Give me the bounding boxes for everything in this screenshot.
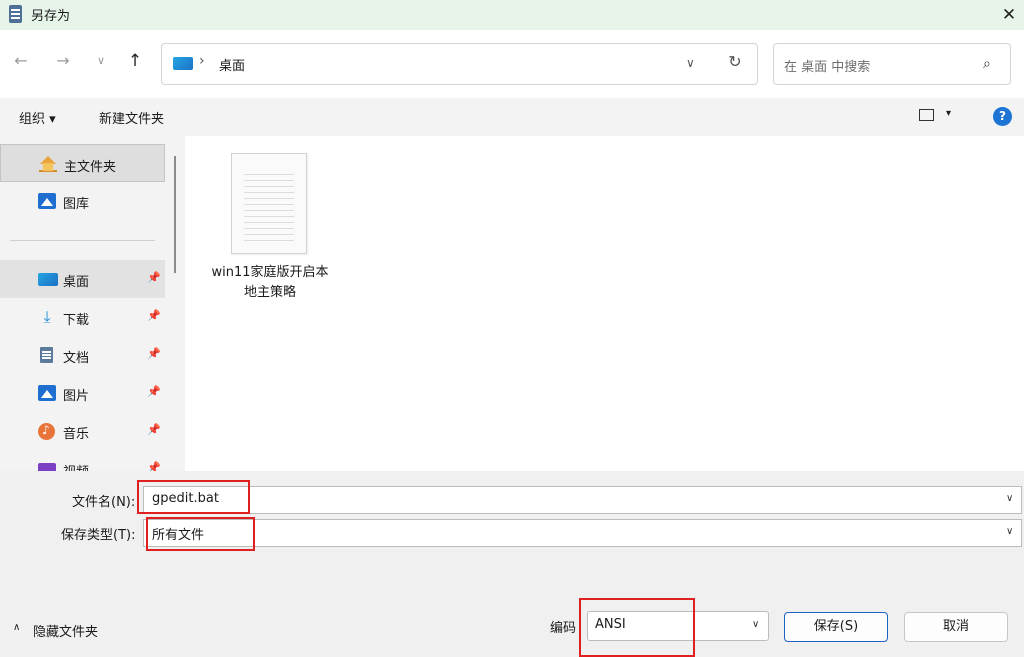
home-icon [39,156,57,172]
pin-icon[interactable]: 📌 [147,423,161,436]
refresh-icon[interactable]: ↻ [725,52,745,72]
navigation-pane: 主文件夹 图库 桌面 📌 ⤓ 下载 📌 文档 📌 图片 📌 音乐 📌 视频 📌 [0,136,185,471]
pin-icon[interactable]: 📌 [147,309,161,322]
filename-chevron-down-icon[interactable]: ∨ [1006,493,1013,504]
sidebar-item-label: 下载 [63,313,90,328]
up-arrow-icon[interactable]: ↑ [124,50,146,72]
help-icon[interactable]: ? [993,107,1012,126]
document-icon [40,347,53,363]
desktop-icon [173,57,193,70]
download-icon: ⤓ [43,307,51,326]
sidebar-item-label: 图片 [63,389,90,404]
organize-menu-button[interactable]: 组织 ▾ [19,108,56,127]
new-folder-button[interactable]: 新建文件夹 [99,108,164,127]
pin-icon[interactable]: 📌 [147,271,161,284]
sidebar-item-videos[interactable]: 视频 📌 [0,450,165,471]
forward-arrow-icon[interactable]: → [52,50,74,72]
sidebar-scrollbar[interactable] [174,156,176,273]
notepad-icon [9,5,22,23]
sidebar-item-gallery[interactable]: 图库 [0,182,165,220]
breadcrumb-desktop[interactable]: 桌面 [219,55,245,74]
sidebar-item-label: 音乐 [63,427,90,442]
sidebar-item-label: 视频 [63,461,89,471]
video-icon [38,463,56,471]
view-options-chevron-icon[interactable]: ▾ [946,108,951,119]
gallery-icon [38,193,56,209]
address-history-chevron-icon[interactable]: ∨ [686,56,695,70]
sidebar-item-label: 桌面 [63,275,90,290]
pin-icon[interactable]: 📌 [147,461,161,471]
filename-label: 文件名(N): [72,495,136,510]
file-item-name[interactable]: win11家庭版开启本地主策略 [210,263,330,303]
hide-folders-button[interactable]: 隐藏文件夹 [33,621,98,640]
save-type-label: 保存类型(T): [61,528,136,543]
sidebar-item-label: 主文件夹 [64,160,117,175]
filename-value[interactable]: gpedit.bat [152,491,219,506]
desktop-icon [38,273,58,286]
window-title: 另存为 [31,9,71,24]
chevron-up-icon[interactable]: ∧ [13,622,20,633]
search-placeholder: 在 桌面 中搜索 [784,60,871,75]
save-type-value[interactable]: 所有文件 [152,524,204,543]
filename-input[interactable] [143,486,1022,514]
back-arrow-icon[interactable]: ← [10,50,32,72]
text-file-icon[interactable] [231,153,307,254]
address-bar[interactable] [161,43,758,85]
close-button[interactable]: ✕ [994,2,1024,28]
sidebar-item-home[interactable]: 主文件夹 [0,144,165,182]
sidebar-divider [10,240,155,241]
sidebar-item-documents[interactable]: 文档 📌 [0,336,165,374]
recent-locations-chevron-icon[interactable]: ∨ [90,50,112,72]
encoding-chevron-down-icon[interactable]: ∨ [752,619,759,630]
pin-icon[interactable]: 📌 [147,347,161,360]
sidebar-item-music[interactable]: 音乐 📌 [0,412,165,450]
sidebar-item-pictures[interactable]: 图片 📌 [0,374,165,412]
sidebar-item-label: 文档 [63,351,90,366]
save-type-chevron-down-icon[interactable]: ∨ [1006,526,1013,537]
sidebar-item-label: 图库 [63,197,90,212]
save-type-select[interactable] [143,519,1022,547]
cancel-button[interactable]: 取消 [904,612,1008,642]
pictures-icon [38,385,56,401]
view-mode-icon[interactable] [919,109,934,121]
sidebar-item-downloads[interactable]: ⤓ 下载 📌 [0,298,165,336]
save-button[interactable]: 保存(S) [784,612,888,642]
sidebar-item-desktop[interactable]: 桌面 📌 [0,260,165,298]
encoding-value[interactable]: ANSI [595,617,626,632]
file-list-area[interactable] [187,136,1024,471]
search-icon[interactable]: ⌕ [983,56,991,72]
title-bar [0,0,1024,30]
music-icon [38,423,55,440]
breadcrumb-separator-icon: › [199,53,205,69]
pin-icon[interactable]: 📌 [147,385,161,398]
encoding-label: 编码 [550,621,577,636]
